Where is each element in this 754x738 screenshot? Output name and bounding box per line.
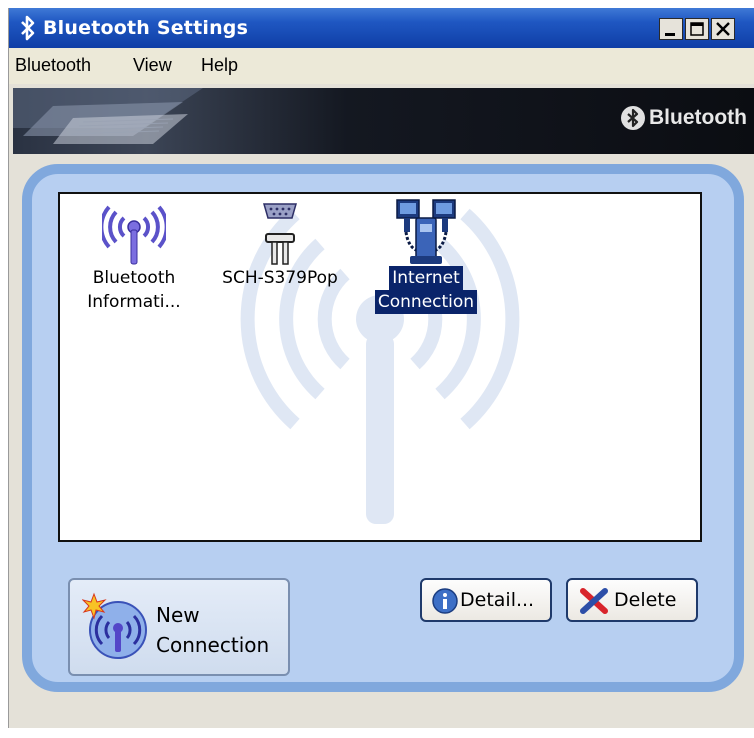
bluetooth-brand-logo: Bluetooth: [621, 106, 747, 130]
maximize-icon: [690, 22, 704, 36]
brand-banner: Bluetooth: [13, 88, 754, 154]
serial-port-icon: [263, 203, 297, 265]
menu-bar: Bluetooth View Help: [9, 48, 754, 84]
minimize-button[interactable]: [659, 18, 683, 40]
antenna-icon: [102, 205, 166, 265]
close-button[interactable]: [711, 18, 735, 40]
list-item-sch-s379pop[interactable]: SCH-S379Pop: [210, 200, 350, 290]
connections-list[interactable]: Bluetooth Informati... SCH-S379Pop Inter…: [58, 192, 702, 542]
new-connection-label-line2: Connection: [156, 633, 270, 657]
detail-label: Detail...: [460, 589, 535, 611]
delete-button[interactable]: Delete: [566, 578, 698, 622]
bluetooth-logo-icon: [621, 106, 646, 130]
maximize-button[interactable]: [685, 18, 709, 40]
minimize-icon: [665, 33, 675, 36]
new-connection-label-line1: New: [156, 603, 200, 627]
list-item-internet-connection[interactable]: Internet Connection: [364, 198, 488, 314]
menu-help[interactable]: Help: [201, 55, 238, 76]
new-connection-icon: [82, 592, 147, 659]
bluetooth-title-icon: [21, 15, 35, 41]
item-label-line2: Informati...: [87, 292, 181, 312]
close-icon: [716, 22, 730, 36]
new-connection-button[interactable]: New Connection: [68, 578, 290, 676]
item-label-line1: Bluetooth: [92, 268, 176, 288]
item-label-line1: Internet: [389, 266, 463, 290]
item-label-line2: Connection: [374, 290, 478, 314]
window-title: Bluetooth Settings: [43, 17, 249, 39]
info-icon: [432, 588, 458, 614]
laptop-graphic: [13, 88, 203, 144]
menu-view[interactable]: View: [133, 55, 172, 76]
network-computers-icon: [396, 199, 456, 264]
delete-x-icon: [580, 588, 608, 614]
title-bar[interactable]: Bluetooth Settings: [9, 8, 754, 48]
item-label-line1: SCH-S379Pop: [222, 268, 338, 288]
list-item-bluetooth-information[interactable]: Bluetooth Informati...: [74, 200, 194, 314]
delete-label: Delete: [614, 589, 677, 611]
menu-bluetooth[interactable]: Bluetooth: [15, 55, 91, 76]
bluetooth-brand-text: Bluetooth: [649, 106, 747, 129]
detail-button[interactable]: Detail...: [420, 578, 552, 622]
